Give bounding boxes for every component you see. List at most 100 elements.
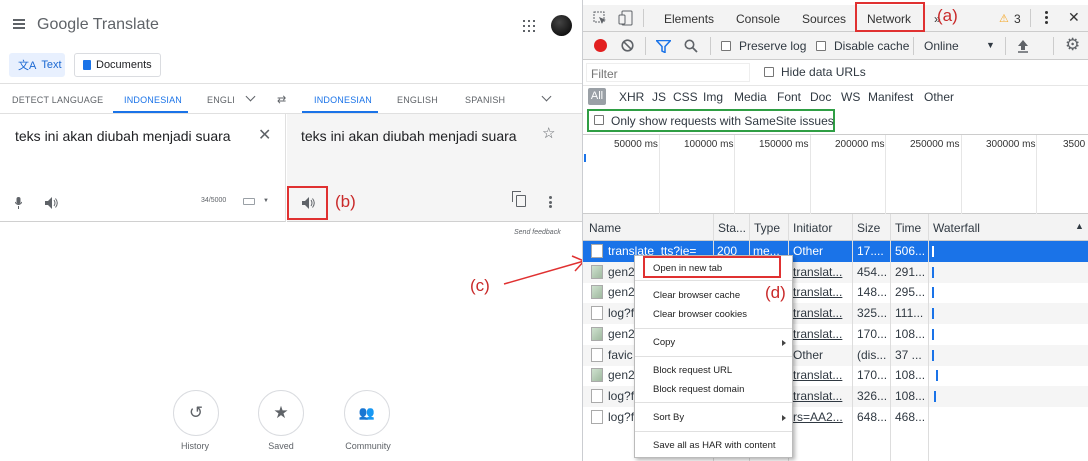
- waterfall-bar: [932, 287, 934, 299]
- target-lang-indonesian[interactable]: INDONESIAN: [314, 95, 372, 105]
- copy-icon[interactable]: [512, 191, 526, 207]
- warning-icon[interactable]: ⚠: [999, 12, 1009, 25]
- avatar[interactable]: [551, 15, 572, 36]
- app-logo[interactable]: Google Translate: [37, 16, 159, 34]
- column-waterfall[interactable]: Waterfall: [933, 221, 980, 235]
- more-options-icon[interactable]: [549, 196, 552, 208]
- type-other[interactable]: Other: [924, 90, 954, 104]
- file-icon: [591, 326, 603, 341]
- target-lang-spanish[interactable]: SPANISH: [465, 95, 505, 105]
- timeline-gridline: [1036, 135, 1037, 215]
- timeline-tick-label: 50000 ms: [614, 139, 658, 150]
- timeline-tick-label: 300000 ms: [986, 139, 1036, 150]
- column-name[interactable]: Name: [589, 221, 621, 235]
- menu-separator: [635, 402, 792, 403]
- cell-time: 468...: [895, 409, 926, 424]
- hide-data-urls-checkbox[interactable]: [764, 67, 774, 77]
- cell-initiator: Other: [793, 347, 824, 362]
- menu-icon[interactable]: [13, 19, 25, 29]
- type-all[interactable]: All: [588, 88, 606, 105]
- menu-block-request-url[interactable]: Block request URL: [653, 365, 732, 376]
- menu-copy[interactable]: Copy: [653, 337, 675, 348]
- requests-table-header: Name Sta... Type Initiator Size Time Wat…: [583, 214, 1088, 241]
- text-mode-button[interactable]: 文A Text: [9, 53, 65, 77]
- translated-text: teks ini akan diubah menjadi suara: [301, 128, 517, 144]
- cell-size: 170...: [857, 368, 888, 383]
- saved-label: Saved: [268, 441, 294, 451]
- column-time[interactable]: Time: [895, 221, 921, 235]
- search-icon[interactable]: [684, 39, 698, 53]
- menu-sort-by[interactable]: Sort By: [653, 412, 684, 423]
- samesite-checkbox[interactable]: [594, 115, 604, 125]
- network-settings-icon[interactable]: ⚙: [1065, 35, 1080, 55]
- target-lang-dropdown-icon[interactable]: [541, 91, 552, 102]
- keyboard-dropdown-icon[interactable]: ▼: [263, 198, 269, 204]
- cell-time: 37 ...: [895, 347, 922, 362]
- source-speaker-icon[interactable]: [45, 197, 59, 209]
- tab-sources[interactable]: Sources: [802, 12, 846, 26]
- type-img[interactable]: Img: [703, 90, 723, 104]
- history-button[interactable]: ↺: [173, 390, 219, 436]
- target-lang-english[interactable]: ENGLISH: [397, 95, 438, 105]
- toolbar-separator: [1005, 37, 1006, 55]
- apps-grid-icon[interactable]: [523, 20, 535, 32]
- import-har-icon[interactable]: [1017, 39, 1029, 53]
- tab-separator: [643, 9, 644, 27]
- save-star-icon[interactable]: ☆: [542, 124, 555, 142]
- tab-console[interactable]: Console: [736, 12, 780, 26]
- source-lang-dropdown-icon[interactable]: [245, 91, 256, 102]
- timeline-gridline: [810, 135, 811, 215]
- type-xhr[interactable]: XHR: [619, 90, 644, 104]
- filter-icon[interactable]: [656, 40, 671, 53]
- column-size[interactable]: Size: [857, 221, 880, 235]
- keyboard-icon[interactable]: [243, 198, 255, 205]
- sort-ascending-icon[interactable]: ▲: [1075, 221, 1084, 231]
- type-manifest[interactable]: Manifest: [868, 90, 913, 104]
- inspect-element-icon[interactable]: [593, 11, 607, 25]
- type-doc[interactable]: Doc: [810, 90, 831, 104]
- annotation-box-b: [287, 186, 328, 220]
- close-devtools-icon[interactable]: ✕: [1068, 9, 1080, 26]
- clear-icon[interactable]: [621, 39, 634, 52]
- type-font[interactable]: Font: [777, 90, 801, 104]
- record-icon[interactable]: [594, 39, 607, 52]
- type-js[interactable]: JS: [652, 90, 666, 104]
- device-toolbar-icon[interactable]: [618, 10, 634, 26]
- devtools-menu-icon[interactable]: [1045, 11, 1048, 24]
- source-lang-english[interactable]: ENGLI: [207, 95, 235, 105]
- clear-source-icon[interactable]: ✕: [258, 125, 271, 145]
- documents-mode-label: Documents: [96, 59, 152, 71]
- swap-languages-icon[interactable]: ⇄: [277, 93, 286, 106]
- column-status[interactable]: Sta...: [718, 221, 746, 235]
- preserve-log-checkbox[interactable]: [721, 41, 731, 51]
- documents-mode-button[interactable]: Documents: [74, 53, 161, 77]
- disable-cache-checkbox[interactable]: [816, 41, 826, 51]
- community-button[interactable]: 👥: [344, 390, 390, 436]
- throttling-select[interactable]: Online: [924, 39, 959, 53]
- send-feedback-link[interactable]: Send feedback: [514, 229, 561, 236]
- source-lang-indonesian[interactable]: INDONESIAN: [124, 95, 182, 105]
- saved-button[interactable]: ★: [258, 390, 304, 436]
- network-toolbar: Preserve log Disable cache Online ▼ ⚙: [583, 32, 1088, 60]
- file-icon: [591, 244, 603, 258]
- type-ws[interactable]: WS: [841, 90, 860, 104]
- type-css[interactable]: CSS: [673, 90, 698, 104]
- menu-clear-browser-cookies[interactable]: Clear browser cookies: [653, 309, 747, 320]
- tab-elements[interactable]: Elements: [664, 12, 714, 26]
- cell-time: 291...: [895, 264, 926, 279]
- menu-save-har[interactable]: Save all as HAR with content: [653, 440, 776, 451]
- timeline-gridline: [734, 135, 735, 215]
- type-media[interactable]: Media: [734, 90, 767, 104]
- microphone-icon[interactable]: [15, 197, 22, 209]
- column-initiator[interactable]: Initiator: [793, 221, 832, 235]
- throttling-dropdown-icon[interactable]: ▼: [986, 40, 995, 50]
- source-text-input[interactable]: teks ini akan diubah menjadi suara: [15, 126, 245, 146]
- hide-data-urls-label: Hide data URLs: [781, 65, 866, 79]
- timeline-tick-label: 100000 ms: [684, 139, 734, 150]
- source-lang-detect[interactable]: DETECT LANGUAGE: [12, 95, 103, 105]
- filter-input[interactable]: Filter: [586, 63, 750, 82]
- menu-clear-browser-cache[interactable]: Clear browser cache: [653, 290, 740, 301]
- menu-block-request-domain[interactable]: Block request domain: [653, 384, 744, 395]
- column-type[interactable]: Type: [754, 221, 780, 235]
- warning-count[interactable]: 3: [1014, 12, 1021, 26]
